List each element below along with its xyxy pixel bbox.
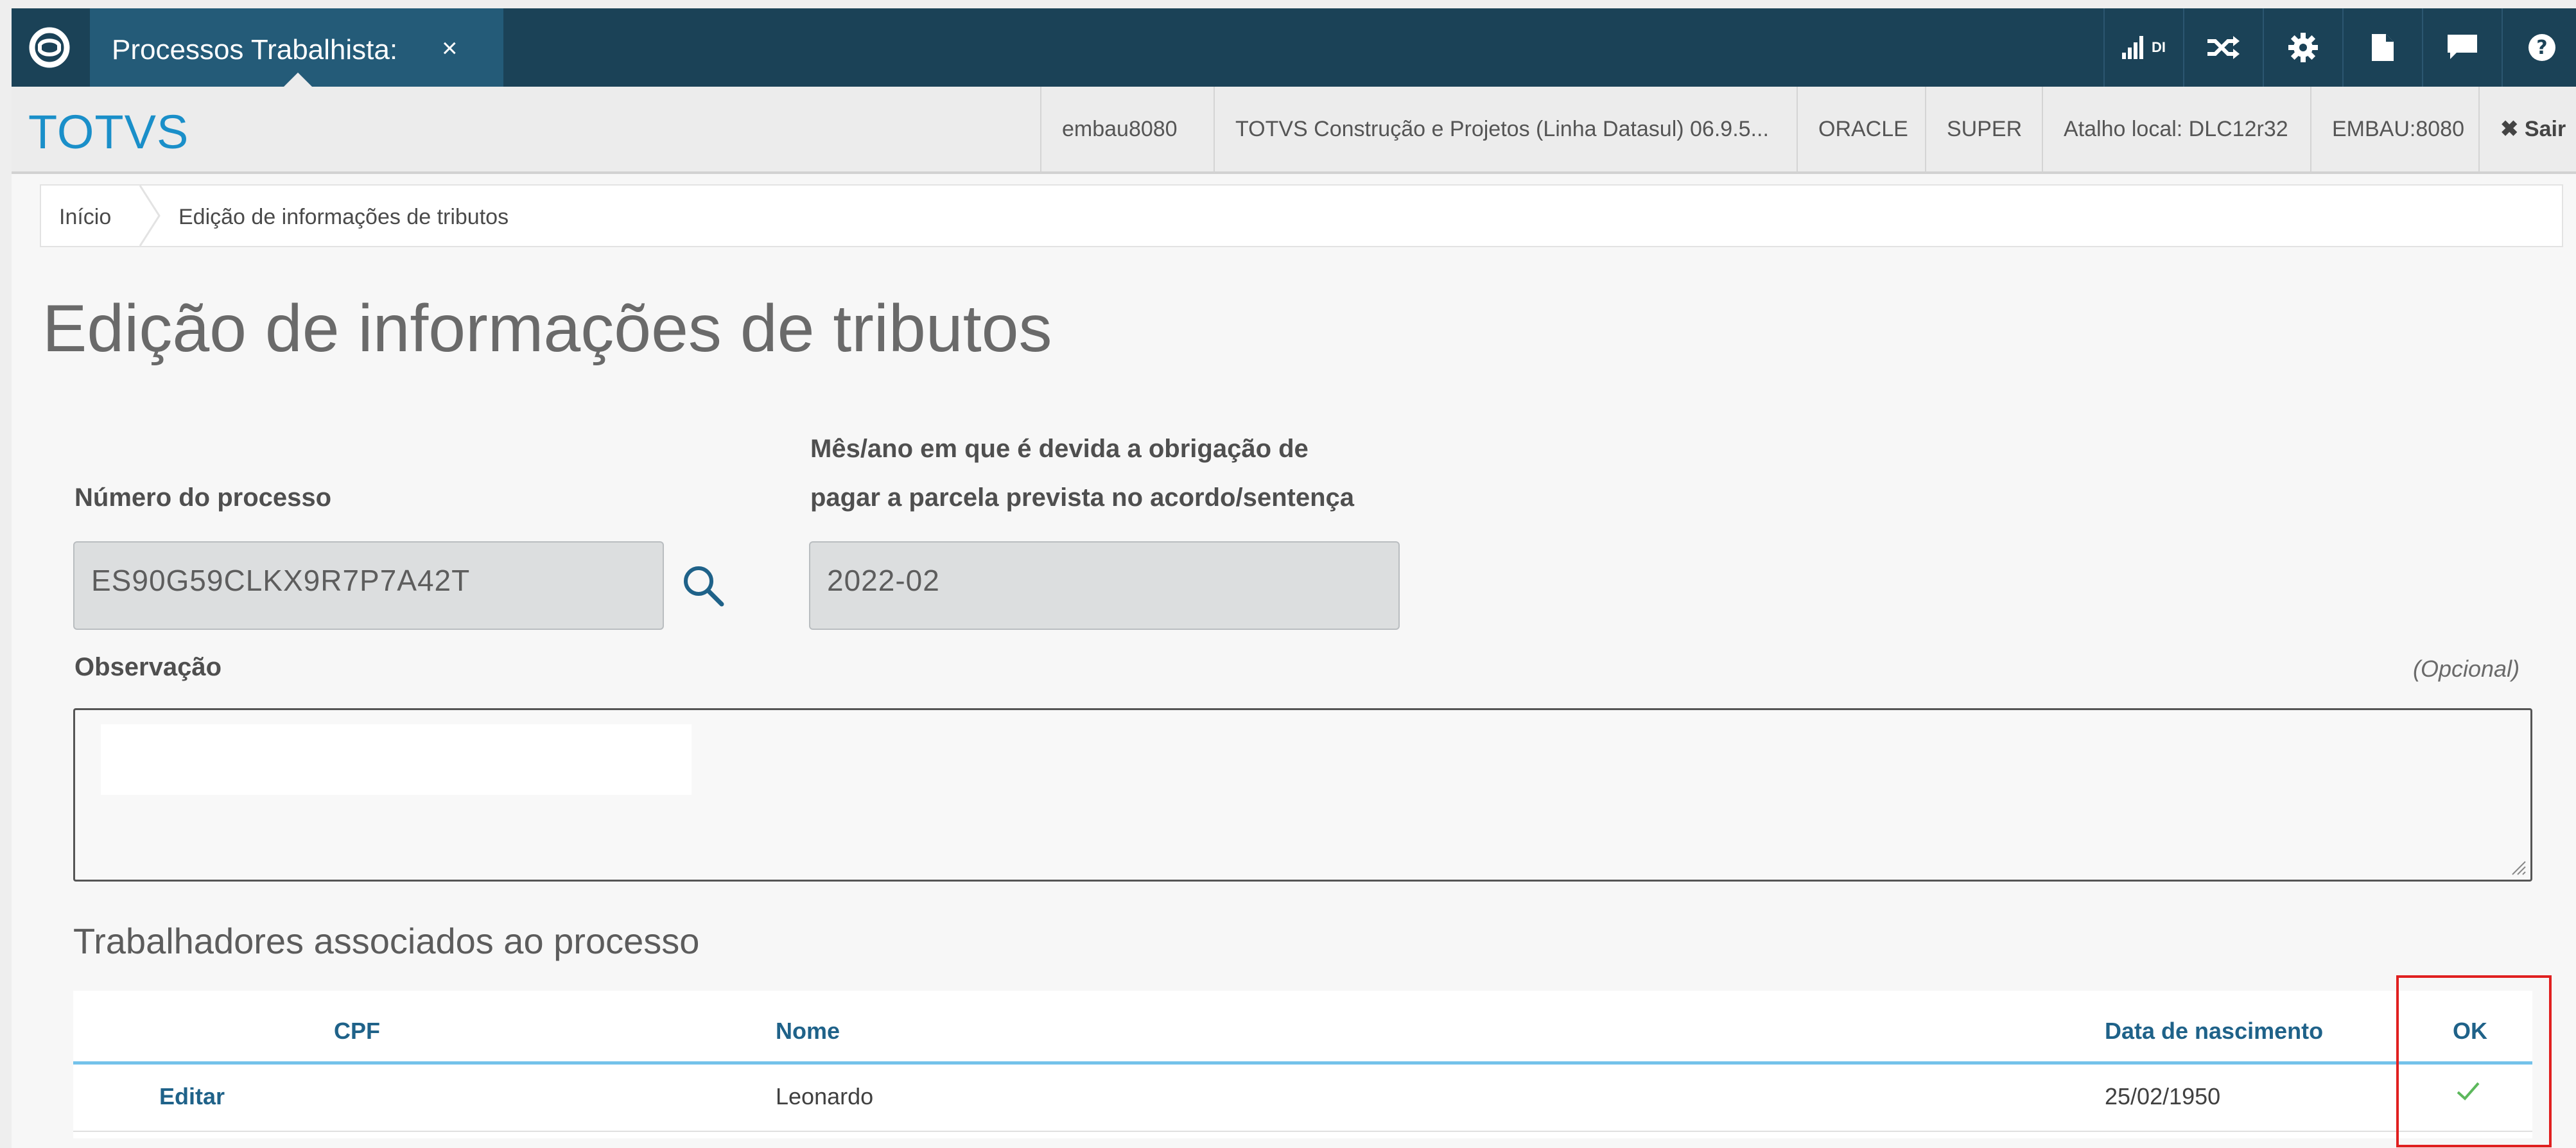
month-year-value: 2022-02 (827, 564, 940, 597)
signal-di-icon[interactable]: DI (2103, 8, 2183, 87)
help-icon[interactable]: ? (2502, 8, 2576, 87)
breadcrumb-home[interactable]: Início (59, 205, 111, 230)
search-icon[interactable] (679, 562, 727, 609)
process-number-input[interactable]: ES90G59CLKX9R7P7A42T (73, 541, 664, 630)
column-header-data-nascimento[interactable]: Data de nascimento (2105, 1018, 2323, 1045)
observation-label: Observação (74, 653, 222, 681)
tab-processos-trabalhistas[interactable]: Processos Trabalhista: × (90, 8, 503, 87)
app-window: Processos Trabalhista: × DI ? TOTVS emba… (12, 8, 2576, 1148)
column-header-ok[interactable]: OK (2453, 1018, 2487, 1045)
document-icon[interactable] (2342, 8, 2422, 87)
edit-link[interactable]: Editar (159, 1083, 225, 1110)
workers-table: CPF Nome Data de nascimento OK Editar Le… (73, 991, 2532, 1138)
observation-textarea[interactable] (73, 708, 2532, 882)
info-product: TOTVS Construção e Projetos (Linha Datas… (1214, 87, 1797, 171)
info-server: embau8080 (1040, 87, 1214, 171)
chat-icon[interactable] (2422, 8, 2502, 87)
check-icon (2457, 1082, 2480, 1100)
month-year-label-line1: Mês/ano em que é devida a obrigação de (810, 435, 1309, 463)
table-row-divider (73, 1131, 2532, 1132)
process-number-label: Número do processo (74, 483, 332, 512)
row-name-cell: Leonardo (776, 1083, 874, 1109)
brand-logo[interactable]: TOTVS (28, 105, 189, 159)
process-number-value: ES90G59CLKX9R7P7A42T (91, 564, 471, 597)
workers-section-title: Trabalhadores associados ao processo (73, 921, 700, 961)
page-title: Edição de informações de tributos (42, 291, 1052, 366)
info-host: EMBAU:8080 (2310, 87, 2478, 171)
resize-grip-icon[interactable] (2509, 858, 2527, 876)
observation-optional-hint: (Opcional) (2413, 656, 2520, 682)
row-birthdate-cell: 25/02/1950 (2105, 1083, 2221, 1109)
tab-close-icon[interactable]: × (442, 33, 458, 64)
totvs-logo-icon[interactable] (12, 8, 87, 87)
gear-icon[interactable] (2263, 8, 2342, 87)
breadcrumb-separator (139, 186, 161, 246)
column-header-nome[interactable]: Nome (776, 1018, 840, 1045)
tab-active-notch (284, 73, 312, 87)
breadcrumb-current: Edição de informações de tributos (178, 205, 509, 229)
signal-label: DI (2152, 39, 2166, 55)
exit-button[interactable]: ✖ Sair (2478, 87, 2576, 171)
top-bar: Processos Trabalhista: × DI ? (12, 8, 2576, 87)
info-bar: TOTVS embau8080 TOTVS Construção e Proje… (12, 87, 2576, 174)
tab-label: Processos Trabalhista: (112, 34, 398, 65)
info-shortcut: Atalho local: DLC12r32 (2042, 87, 2310, 171)
column-header-cpf[interactable]: CPF (334, 1018, 380, 1045)
observation-redacted-text (101, 724, 692, 795)
shuffle-icon[interactable] (2183, 8, 2263, 87)
month-year-label-line2: pagar a parcela prevista no acordo/sente… (810, 483, 1355, 512)
table-header-divider (73, 1061, 2532, 1065)
month-year-input[interactable]: 2022-02 (809, 541, 1400, 630)
info-database: ORACLE (1797, 87, 1925, 171)
info-user: SUPER (1925, 87, 2042, 171)
breadcrumb: Início Edição de informações de tributos (40, 184, 2563, 247)
svg-text:?: ? (2536, 37, 2547, 59)
